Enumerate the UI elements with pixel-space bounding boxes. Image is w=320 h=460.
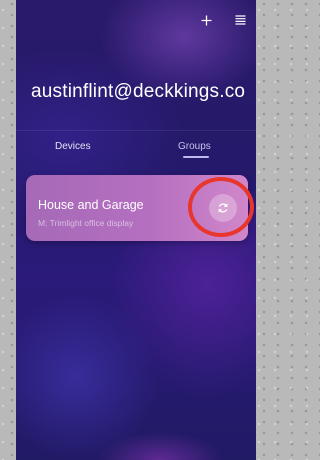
sync-icon bbox=[218, 203, 228, 213]
group-card[interactable]: House and Garage M: Trimlight office dis… bbox=[26, 175, 248, 241]
app-screen: austinflint@deckkings.co Devices Groups … bbox=[16, 0, 256, 460]
tab-bar: Devices Groups bbox=[16, 131, 256, 159]
active-tab-indicator bbox=[183, 156, 209, 158]
account-email: austinflint@deckkings.co bbox=[31, 81, 246, 102]
menu-button[interactable] bbox=[232, 12, 248, 28]
group-subtitle: M: Trimlight office display bbox=[38, 218, 134, 228]
group-name: House and Garage bbox=[38, 198, 144, 212]
sync-button[interactable] bbox=[209, 194, 237, 222]
plus-icon bbox=[201, 15, 211, 25]
tab-devices[interactable]: Devices bbox=[55, 141, 91, 152]
add-button[interactable] bbox=[198, 12, 214, 28]
top-bar bbox=[198, 12, 248, 28]
tab-groups[interactable]: Groups bbox=[178, 141, 211, 152]
menu-lines-icon bbox=[235, 15, 245, 25]
